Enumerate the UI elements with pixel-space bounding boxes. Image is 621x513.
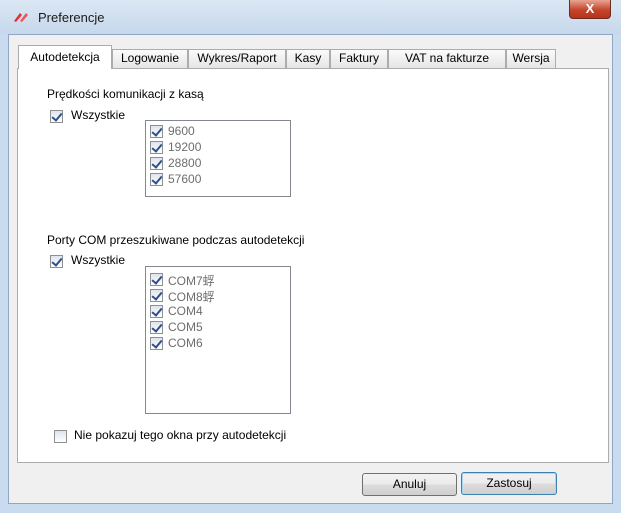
port-label: COM8蜉 bbox=[168, 290, 215, 304]
tab-wersja[interactable]: Wersja bbox=[506, 49, 556, 68]
port-checkbox[interactable] bbox=[150, 273, 163, 286]
port-label: COM7蜉 bbox=[168, 274, 215, 288]
port-label: COM6 bbox=[168, 336, 203, 350]
cancel-button[interactable]: Anuluj bbox=[362, 473, 457, 496]
ports-all-label: Wszystkie bbox=[71, 253, 125, 267]
ports-all-checkbox[interactable] bbox=[50, 255, 63, 268]
ports-listbox[interactable]: COM7蜉 COM8蜉 COM4 COM5 COM6 bbox=[145, 266, 291, 414]
speed-checkbox[interactable] bbox=[150, 141, 163, 154]
tab-autodetekcja[interactable]: Autodetekcja bbox=[18, 45, 112, 69]
speeds-all-checkbox[interactable] bbox=[50, 110, 63, 123]
speed-checkbox[interactable] bbox=[150, 157, 163, 170]
close-icon: X bbox=[585, 1, 595, 16]
speeds-heading: Prędkości komunikacji z kasą bbox=[47, 87, 204, 101]
port-checkbox[interactable] bbox=[150, 321, 163, 334]
no-show-checkbox[interactable] bbox=[54, 430, 67, 443]
window-title: Preferencje bbox=[38, 10, 105, 25]
no-show-label: Nie pokazuj tego okna przy autodetekcji bbox=[74, 428, 287, 442]
tab-wykres-raport[interactable]: Wykres/Raport bbox=[188, 49, 286, 68]
tab-faktury[interactable]: Faktury bbox=[330, 49, 388, 68]
speed-label: 57600 bbox=[168, 172, 202, 186]
tab-kasy[interactable]: Kasy bbox=[286, 49, 330, 68]
speed-label: 19200 bbox=[168, 140, 202, 154]
close-button[interactable]: X bbox=[569, 0, 611, 19]
apply-button[interactable]: Zastosuj bbox=[461, 472, 557, 495]
tab-logowanie[interactable]: Logowanie bbox=[112, 49, 188, 68]
title-bar[interactable]: Preferencje X bbox=[0, 0, 621, 34]
speeds-all-label: Wszystkie bbox=[71, 108, 125, 122]
app-icon bbox=[14, 13, 28, 22]
port-checkbox[interactable] bbox=[150, 337, 163, 350]
speed-label: 28800 bbox=[168, 156, 202, 170]
port-checkbox[interactable] bbox=[150, 289, 163, 302]
port-label: COM5 bbox=[168, 320, 203, 334]
ports-heading: Porty COM przeszukiwane podczas autodete… bbox=[47, 233, 305, 247]
tab-vat-na-fakturze[interactable]: VAT na fakturze bbox=[388, 49, 506, 68]
preferences-window: Preferencje X Autodetekcja Logowanie Wyk… bbox=[0, 0, 621, 513]
speed-checkbox[interactable] bbox=[150, 125, 163, 138]
port-label: COM4 bbox=[168, 304, 203, 318]
speed-checkbox[interactable] bbox=[150, 173, 163, 186]
speeds-listbox[interactable]: 9600 19200 28800 57600 bbox=[145, 120, 291, 197]
speed-label: 9600 bbox=[168, 124, 195, 138]
port-checkbox[interactable] bbox=[150, 305, 163, 318]
